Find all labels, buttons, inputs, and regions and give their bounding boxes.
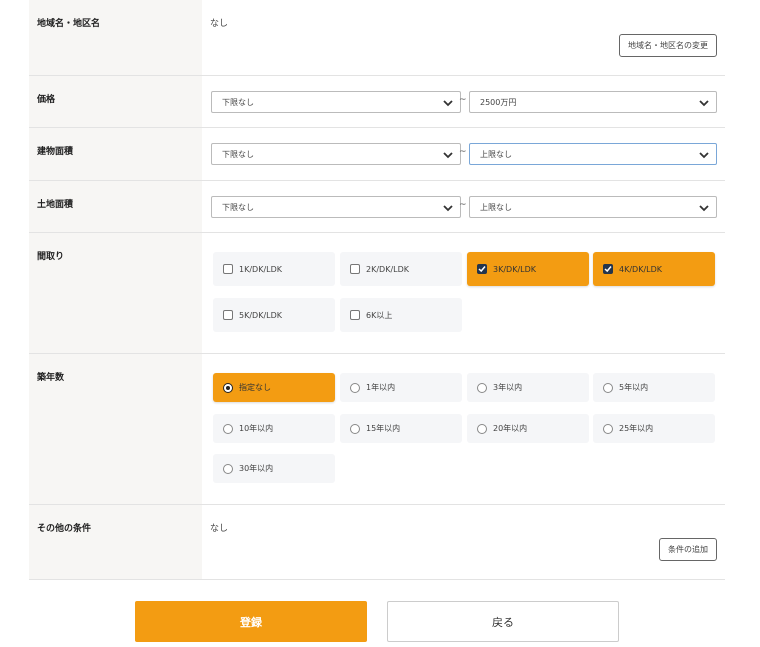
age-option[interactable]: 20年以内 [467,414,589,443]
age-option[interactable]: 5年以内 [593,373,715,402]
checkbox-icon [223,264,233,274]
chevron-down-icon [443,205,453,212]
register-button[interactable]: 登録 [135,601,367,642]
building-area-separator: ~ [459,147,467,157]
row-other-conditions: その他の条件 なし 条件の追加 [29,505,725,580]
checkbox-icon [350,264,360,274]
layout-option[interactable]: 5K/DK/LDK [213,298,335,332]
row-building-age: 築年数 指定なし 1年以内 3年以内 5年以内 10年以内 15年以内 20年以… [29,354,725,505]
row-label-land-area: 土地面積 [29,181,202,232]
radio-icon [223,463,233,474]
radio-icon [477,423,487,434]
row-label-building-area: 建物面積 [29,128,202,180]
age-option[interactable]: 10年以内 [213,414,335,443]
layout-option[interactable]: 2K/DK/LDK [340,252,462,286]
row-label-price: 価格 [29,76,202,127]
radio-icon [350,382,360,393]
layout-option[interactable]: 6K以上 [340,298,462,332]
chevron-down-icon [699,152,709,159]
checkbox-icon [223,310,233,320]
back-button[interactable]: 戻る [387,601,619,642]
layout-option[interactable]: 3K/DK/LDK [467,252,589,286]
chevron-down-icon [443,100,453,107]
age-option[interactable]: 1年以内 [340,373,462,402]
land-area-separator: ~ [459,200,467,210]
row-area: 地域名・地区名 なし 地域名・地区名の変更 [29,0,725,76]
search-conditions-form: 地域名・地区名 なし 地域名・地区名の変更 価格 下限なし ~ 2500万円 建… [29,0,725,580]
row-label-layout: 間取り [29,233,202,353]
price-max-select[interactable]: 2500万円 [469,91,717,113]
layout-option[interactable]: 1K/DK/LDK [213,252,335,286]
area-value: なし [210,19,229,29]
add-condition-button[interactable]: 条件の追加 [659,538,717,561]
other-conditions-value: なし [210,524,229,534]
chevron-down-icon [699,100,709,107]
row-label-area: 地域名・地区名 [29,0,202,75]
radio-icon [477,382,487,393]
price-min-select[interactable]: 下限なし [211,91,461,113]
radio-icon [223,423,233,434]
row-building-area: 建物面積 下限なし ~ 上限なし [29,128,725,181]
age-option[interactable]: 25年以内 [593,414,715,443]
age-option[interactable]: 15年以内 [340,414,462,443]
row-price: 価格 下限なし ~ 2500万円 [29,76,725,128]
checkbox-icon [350,310,360,320]
checkbox-checked-icon [477,264,487,274]
age-option[interactable]: 30年以内 [213,454,335,483]
land-area-max-select[interactable]: 上限なし [469,196,717,218]
building-area-max-select[interactable]: 上限なし [469,143,717,165]
checkbox-checked-icon [603,264,613,274]
layout-option[interactable]: 4K/DK/LDK [593,252,715,286]
age-option[interactable]: 指定なし [213,373,335,402]
chevron-down-icon [443,152,453,159]
row-layout: 間取り 1K/DK/LDK 2K/DK/LDK 3K/DK/LDK 4K/DK/… [29,233,725,354]
radio-selected-icon [223,382,233,393]
building-area-min-select[interactable]: 下限なし [211,143,461,165]
row-label-other-conditions: その他の条件 [29,505,202,579]
row-label-building-age: 築年数 [29,354,202,504]
age-option[interactable]: 3年以内 [467,373,589,402]
radio-icon [603,382,613,393]
land-area-min-select[interactable]: 下限なし [211,196,461,218]
price-separator: ~ [459,95,467,105]
radio-icon [603,423,613,434]
change-area-button[interactable]: 地域名・地区名の変更 [619,34,717,57]
chevron-down-icon [699,205,709,212]
row-land-area: 土地面積 下限なし ~ 上限なし [29,181,725,233]
radio-icon [350,423,360,434]
